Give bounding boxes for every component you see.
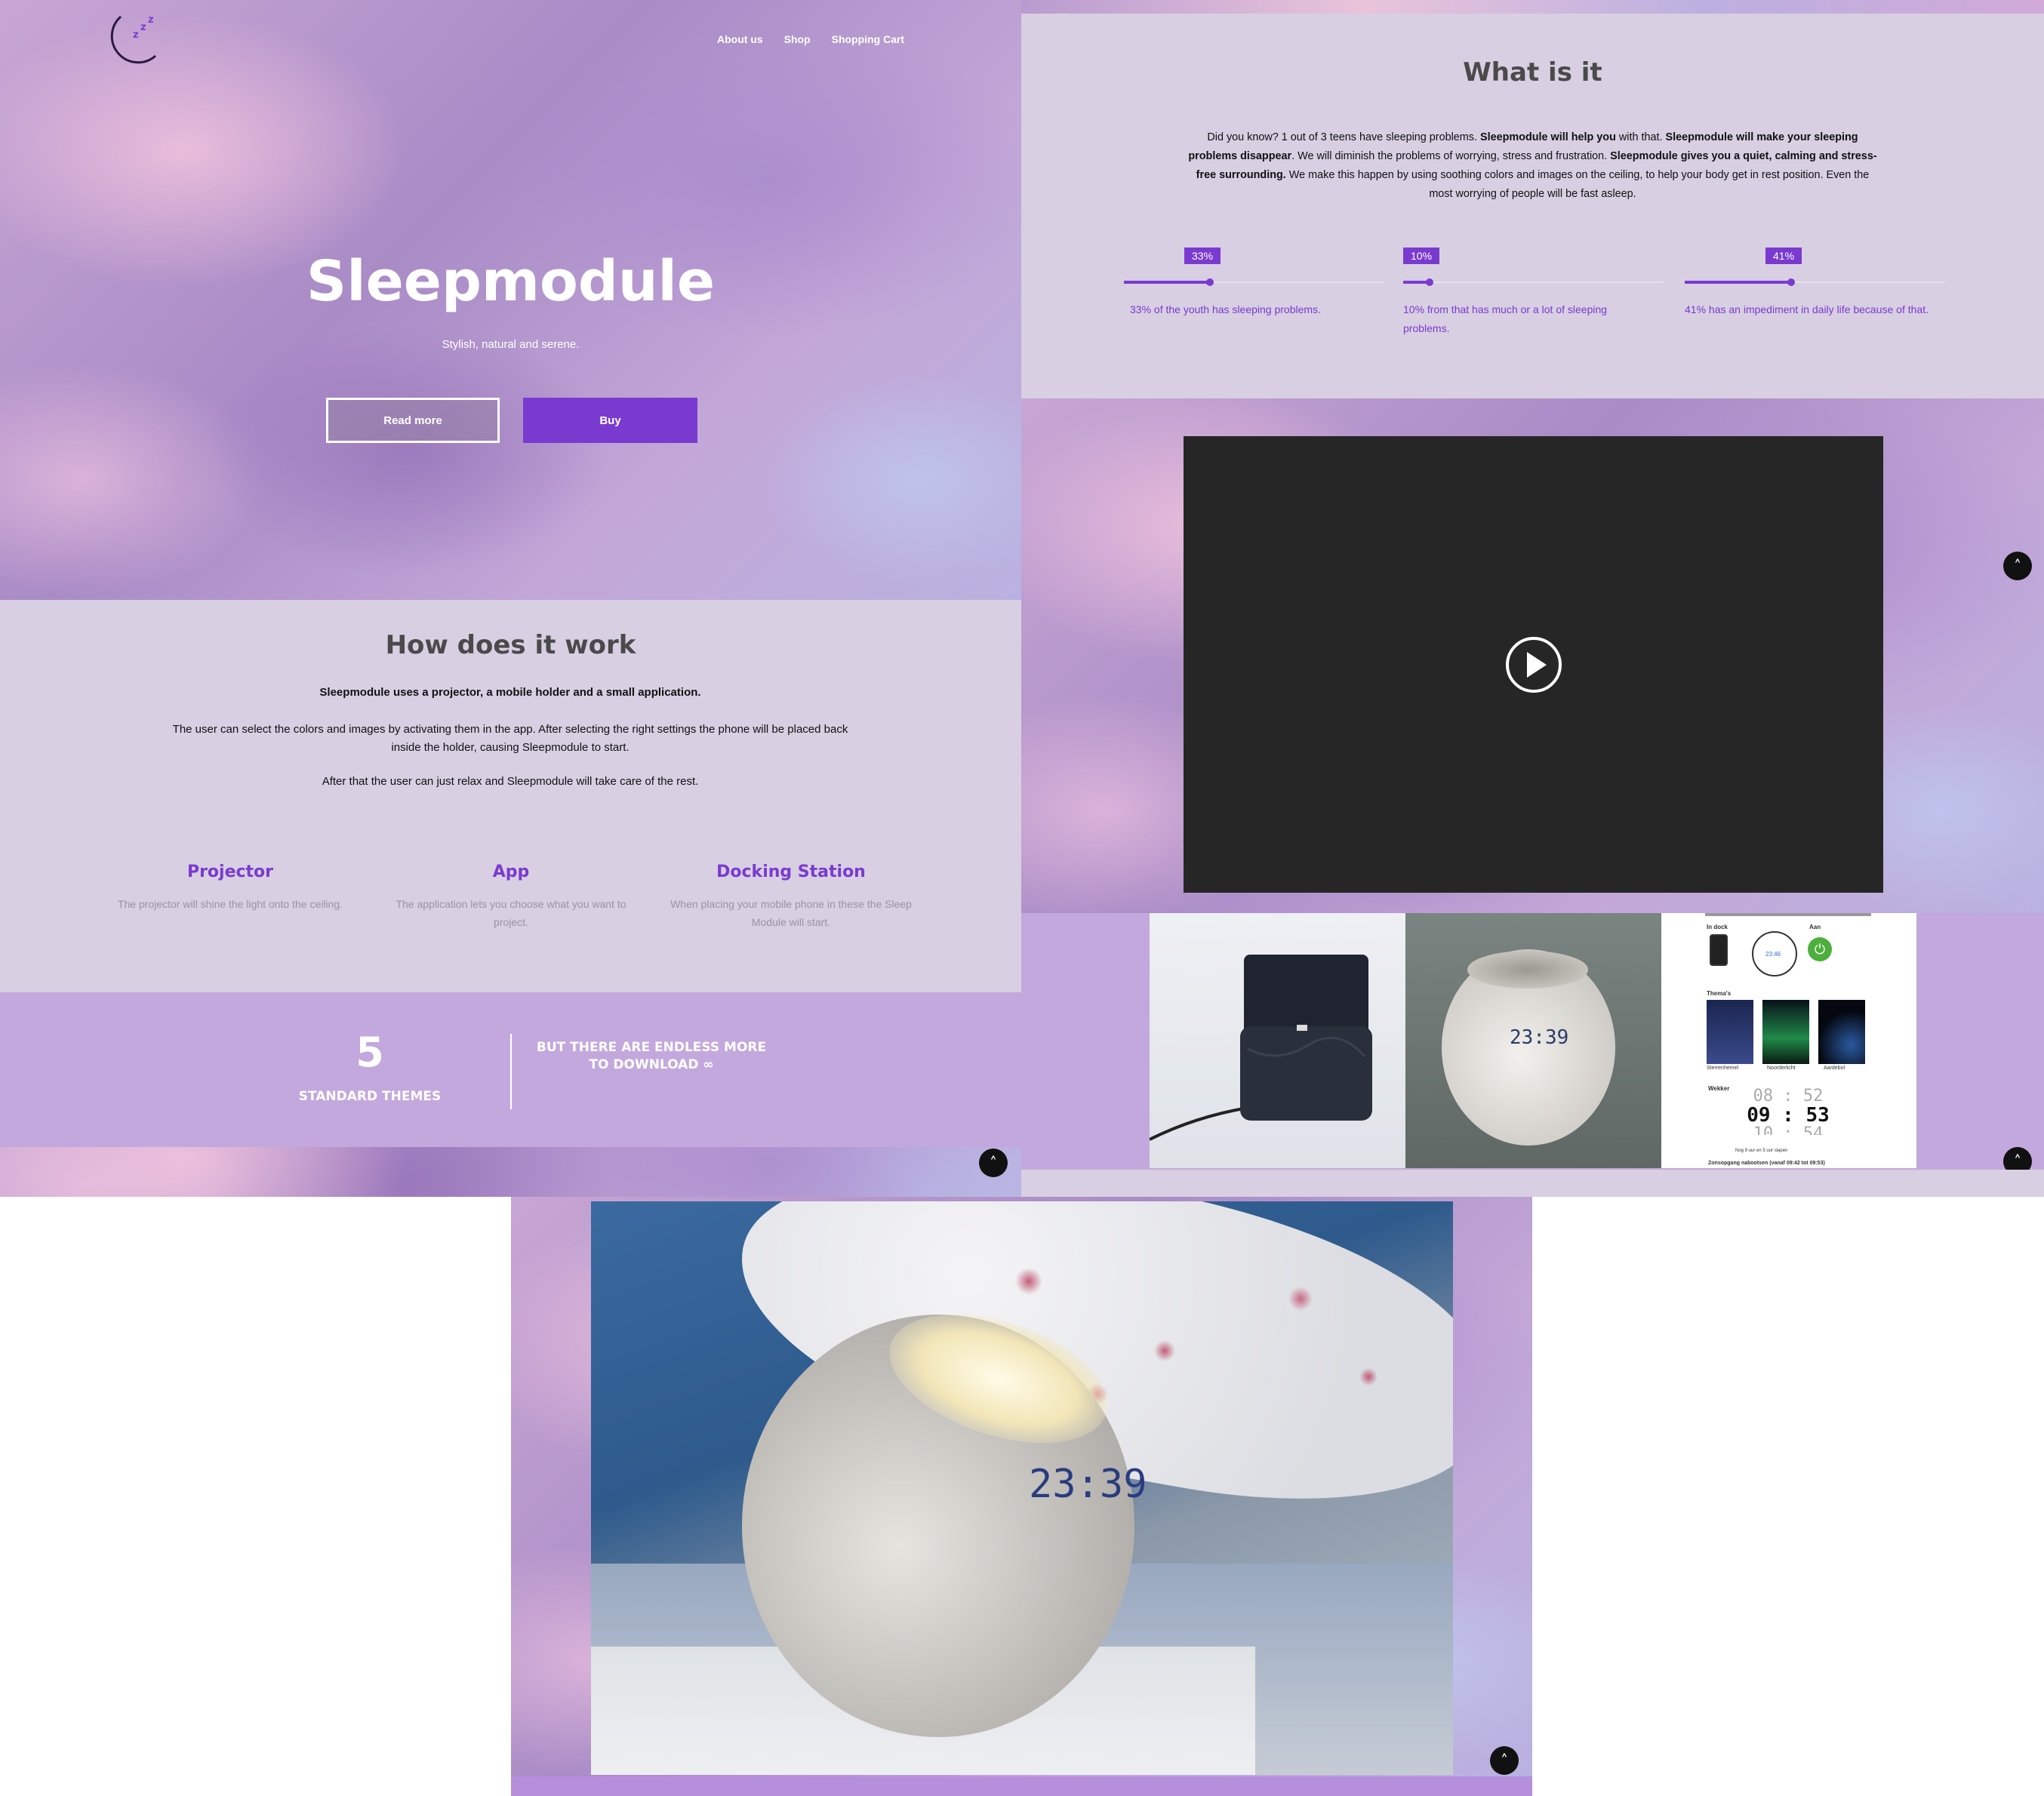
stat-handle	[1425, 278, 1433, 286]
feature-text: The projector will shine the light onto …	[117, 898, 343, 910]
stat-badge: 10%	[1403, 248, 1440, 264]
stat-track	[1124, 278, 1384, 286]
app-dock-label: In dock	[1707, 924, 1728, 930]
stat-text: 10% from that has much or a lot of sleep…	[1403, 303, 1608, 334]
photo-sphere-clock[interactable]: 23:39	[1405, 913, 1661, 1168]
how-paragraph-2: After that the user can just relax and S…	[322, 775, 699, 788]
feature-text: The application lets you choose what you…	[396, 898, 626, 928]
how-section: How does it work Sleepmodule uses a proj…	[0, 600, 1021, 992]
feature-app: App The application lets you choose what…	[386, 863, 636, 931]
stat-text: 33% of the youth has sleeping problems.	[1130, 303, 1321, 315]
nav-about[interactable]: About us	[717, 33, 763, 45]
intro-emphasis: Sleepmodule will help you	[1479, 131, 1616, 143]
themes-more: BUT THERE ARE ENDLESS MORE TO DOWNLOAD ∞	[536, 1040, 767, 1072]
feature-projector: Projector The projector will shine the l…	[106, 863, 355, 913]
dial-time: 23:46	[1765, 951, 1781, 958]
photo-docking-holder[interactable]	[1150, 913, 1405, 1168]
power-toggle-icon[interactable]: ⏻	[1808, 937, 1832, 961]
feature-text: When placing your mobile phone in these …	[670, 898, 912, 928]
theme-name: Aardebol	[1824, 1066, 1845, 1071]
stat-3: 41% 41% has an impediment in daily life …	[1685, 248, 1945, 353]
sphere-opening	[1467, 951, 1588, 989]
hero-title: Sleepmodule	[306, 249, 716, 314]
what-section: What is it Did you know? 1 out of 3 teen…	[1021, 14, 2044, 398]
time-row: 10 : 54	[1743, 1126, 1833, 1135]
intro-text: with that.	[1615, 131, 1666, 143]
feature-title: Docking Station	[716, 863, 866, 881]
gallery-bottom-strip	[1021, 1170, 2044, 1197]
sunrise-text: Zonsopgang nabootsen (vanaf 09:42 tot 09…	[1708, 1161, 1825, 1166]
themes-label: STANDARD THEMES	[298, 1089, 442, 1104]
buy-button[interactable]: Buy	[523, 398, 697, 443]
themes-count: 5	[356, 1029, 384, 1076]
time-row-selected: 09 : 53	[1747, 1104, 1830, 1127]
what-intro: Did you know? 1 out of 3 teens have slee…	[1187, 128, 1878, 204]
video-section: ˄	[1021, 398, 2044, 913]
intro-text: Did you know? 1 out of 3 teens have slee…	[1207, 131, 1480, 143]
video-player[interactable]	[1184, 436, 1883, 893]
hero-subtitle: Stylish, natural and serene.	[442, 338, 580, 351]
nav-cart[interactable]: Shopping Cart	[832, 33, 904, 45]
theme-name: Sterrenhemel	[1707, 1066, 1739, 1071]
themes-heading: Thema's	[1707, 990, 1732, 997]
themes-band: 5 STANDARD THEMES BUT THERE ARE ENDLESS …	[0, 992, 1021, 1147]
feature-title: Projector	[186, 863, 274, 881]
scroll-top-button[interactable]: ˄	[979, 1149, 1008, 1177]
alarm-time-picker[interactable]: 08 : 52 09 : 53 10 : 54	[1743, 1087, 1833, 1136]
how-paragraph-1: The user can select the colors and image…	[172, 723, 848, 754]
read-more-button[interactable]: Read more	[326, 398, 500, 443]
app-on-label: Aan	[1809, 924, 1821, 930]
svg-text:z: z	[133, 29, 139, 41]
moon-logo-icon[interactable]: z z z	[98, 9, 159, 71]
stat-badge: 41%	[1765, 248, 1802, 264]
svg-text:z: z	[140, 22, 146, 33]
product-photo[interactable]: 23:39	[591, 1201, 1453, 1775]
sky-strip: ˄	[0, 1147, 1021, 1197]
app-screenshot[interactable]: In dock 23:46 Aan ⏻ Thema's Sterrenhemel…	[1661, 913, 1916, 1168]
hero-section: z z z About us Shop Shopping Cart Sleepm…	[0, 0, 1021, 600]
time-row: 08 : 52	[1753, 1087, 1824, 1106]
stat-handle	[1787, 278, 1796, 286]
theme-name: Noorderlicht	[1767, 1066, 1796, 1071]
stat-track	[1685, 278, 1945, 286]
stat-1: 33% 33% of the youth has sleeping proble…	[1124, 248, 1384, 353]
gallery-section: 23:39 In dock 23:46 Aan ⏻ Thema's Sterre…	[1021, 913, 2044, 1176]
how-lead: Sleepmodule uses a projector, a mobile h…	[319, 686, 701, 699]
product-photo-section: 23:39 ˄	[511, 1197, 1532, 1776]
main-nav: About us Shop Shopping Cart	[717, 33, 904, 45]
stat-track	[1403, 278, 1664, 286]
what-title: What is it	[1463, 57, 1602, 88]
scroll-top-button[interactable]: ˄	[1490, 1746, 1519, 1775]
stat-fill	[1685, 281, 1792, 284]
sleep-duration-text: Nog 9 uur en 5 uur slapen	[1735, 1149, 1788, 1153]
phone-icon	[1710, 934, 1728, 966]
intro-text: We make this happen by using soothing co…	[1285, 169, 1870, 200]
sphere-clock-display: 23:39	[1510, 1026, 1569, 1049]
theme-thumb-earth[interactable]	[1818, 1000, 1865, 1064]
stat-text: 41% has an impediment in daily life beca…	[1685, 303, 1929, 315]
svg-text:z: z	[148, 14, 154, 26]
play-icon[interactable]	[1504, 635, 1563, 694]
docking-holder-illustration	[1150, 955, 1372, 1141]
theme-thumb-stars[interactable]	[1707, 1000, 1753, 1064]
themes-divider	[510, 1034, 512, 1109]
app-top-bar	[1705, 913, 1871, 916]
stat-badge: 33%	[1184, 248, 1221, 264]
top-sky-line	[1021, 0, 2044, 14]
stat-2: 10% 10% from that has much or a lot of s…	[1403, 248, 1664, 353]
feature-title: App	[492, 863, 530, 881]
intro-text: . We will diminish the problems of worry…	[1291, 150, 1611, 162]
alarm-heading: Wekker	[1708, 1085, 1730, 1092]
scroll-top-button[interactable]: ˄	[2003, 552, 2032, 580]
stat-fill	[1124, 281, 1210, 284]
bottom-band	[511, 1776, 1532, 1796]
lamp-clock-display: 23:39	[1029, 1462, 1147, 1507]
stat-handle	[1205, 278, 1214, 286]
feature-docking-station: Docking Station When placing your mobile…	[655, 863, 927, 931]
how-title: How does it work	[385, 630, 636, 660]
theme-thumb-aurora[interactable]	[1762, 1000, 1809, 1064]
nav-shop[interactable]: Shop	[784, 33, 811, 45]
